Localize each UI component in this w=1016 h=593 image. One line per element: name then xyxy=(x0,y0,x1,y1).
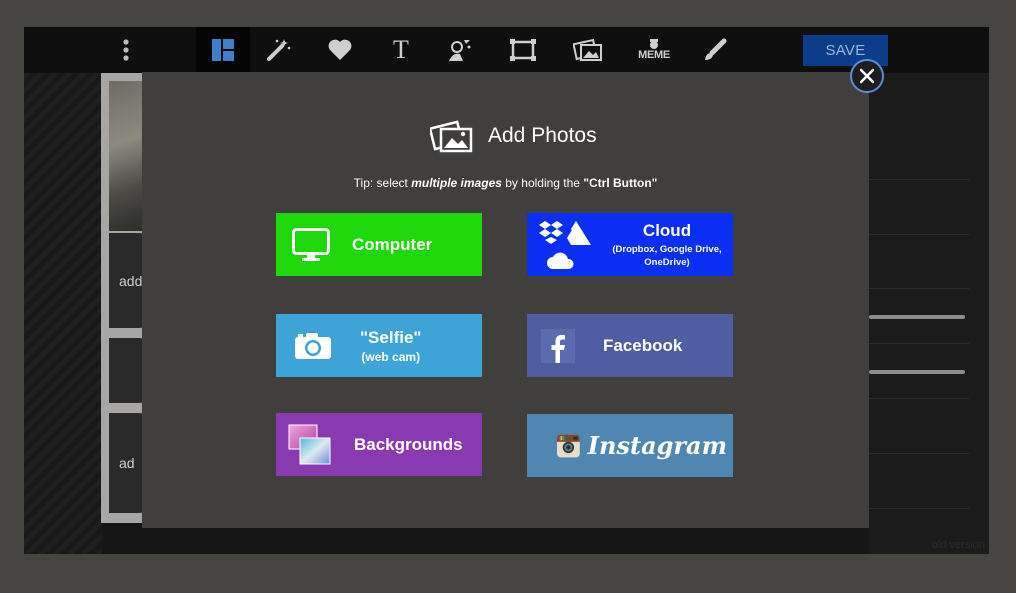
menu-dots-icon[interactable] xyxy=(99,27,153,73)
facebook-icon xyxy=(541,328,575,363)
instagram-button[interactable]: Instagram xyxy=(527,414,733,477)
background-pattern xyxy=(24,73,102,554)
add-photos-modal: Add Photos Tip: select multiple images b… xyxy=(142,72,869,528)
panel-divider xyxy=(869,343,969,344)
facebook-button[interactable]: Facebook xyxy=(527,314,733,377)
backgrounds-button[interactable]: Backgrounds xyxy=(276,413,482,476)
computer-button[interactable]: Computer xyxy=(276,213,482,276)
old-version-link[interactable]: old version xyxy=(932,539,985,551)
close-icon xyxy=(859,68,875,84)
layout-icon[interactable] xyxy=(196,27,250,73)
modal-title: Add Photos xyxy=(488,124,597,147)
cloud-sub-label: (Dropbox, Google Drive, OneDrive) xyxy=(612,243,722,268)
top-toolbar: T MEME SAVE xyxy=(24,27,989,73)
selfie-button[interactable]: "Selfie" (web cam) xyxy=(276,314,482,377)
photos-icon xyxy=(430,120,473,153)
cloud-label: Cloud xyxy=(642,220,692,240)
computer-label: Computer xyxy=(352,234,433,254)
facebook-label: Facebook xyxy=(603,335,683,355)
meme-label: MEME xyxy=(638,49,670,61)
panel-slider[interactable] xyxy=(869,370,965,374)
slot-label: ad xyxy=(119,455,135,471)
backgrounds-label: Backgrounds xyxy=(354,434,463,454)
tip-middle: by holding the xyxy=(501,176,584,190)
tip-text: Tip: select multiple images by holding t… xyxy=(142,176,869,190)
camera-icon xyxy=(295,332,331,359)
tip-key: "Ctrl Button" xyxy=(583,176,658,190)
brush-icon[interactable] xyxy=(688,27,742,73)
panel-divider xyxy=(869,398,969,399)
sticker-icon[interactable] xyxy=(433,27,487,73)
text-glyph: T xyxy=(393,35,409,64)
text-icon[interactable]: T xyxy=(374,27,428,73)
photo-icon[interactable] xyxy=(561,27,615,73)
selfie-label: "Selfie" xyxy=(360,327,422,347)
panel-slider[interactable] xyxy=(869,315,965,319)
panel-divider xyxy=(869,508,969,509)
heart-icon[interactable] xyxy=(313,27,367,73)
instagram-icon xyxy=(557,434,580,457)
close-modal-button[interactable] xyxy=(850,59,884,93)
modal-header: Add Photos xyxy=(430,116,597,156)
panel-divider xyxy=(869,179,969,180)
tip-prefix: Tip: select xyxy=(353,176,412,190)
cloud-services-icon xyxy=(539,220,591,269)
settings-panel xyxy=(869,73,989,554)
panel-divider xyxy=(869,234,969,235)
frame-icon[interactable] xyxy=(496,27,550,73)
magic-wand-icon[interactable] xyxy=(251,27,305,73)
monitor-icon xyxy=(292,227,330,261)
cloud-button[interactable]: Cloud (Dropbox, Google Drive, OneDrive) xyxy=(527,213,733,276)
selfie-sub-label: (web cam) xyxy=(361,349,421,364)
instagram-label: Instagram xyxy=(587,431,727,460)
panel-divider xyxy=(869,288,969,289)
backgrounds-icon xyxy=(288,424,331,464)
slot-label: add xyxy=(119,272,143,289)
meme-icon[interactable]: MEME xyxy=(627,27,681,73)
panel-divider xyxy=(869,453,969,454)
tip-emphasis: multiple images xyxy=(411,176,502,190)
